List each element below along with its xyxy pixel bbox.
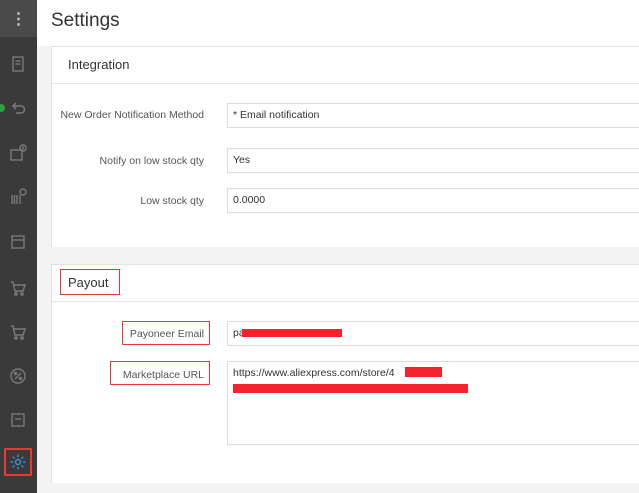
new-order-notification-label: New Order Notification Method bbox=[60, 109, 204, 121]
page-title: Settings bbox=[51, 10, 120, 31]
redaction-bar bbox=[405, 367, 442, 377]
integration-panel-header: Integration bbox=[52, 47, 639, 84]
menu-dots-icon: ⋮ bbox=[10, 10, 27, 28]
book-icon[interactable] bbox=[6, 52, 30, 76]
marketplace-url-value: https://www.aliexpress.com/store/4 bbox=[233, 367, 395, 379]
new-order-notification-select[interactable]: * Email notification bbox=[227, 103, 639, 128]
redaction-bar bbox=[233, 384, 468, 393]
barcode-download-icon[interactable] bbox=[6, 185, 30, 209]
menu-button[interactable]: ⋮ bbox=[0, 0, 37, 37]
sidebar: ⋮ bbox=[0, 0, 37, 493]
redaction-bar bbox=[242, 329, 342, 337]
payout-highlight-box bbox=[60, 269, 120, 295]
cart-icon[interactable] bbox=[6, 276, 30, 300]
download-icon[interactable] bbox=[6, 141, 30, 165]
payout-panel-header: Payout bbox=[52, 265, 639, 302]
status-dot bbox=[0, 104, 5, 112]
gear-icon[interactable] bbox=[4, 448, 32, 476]
page-header: Settings bbox=[37, 0, 639, 46]
archive-icon[interactable] bbox=[6, 230, 30, 254]
integration-title: Integration bbox=[68, 57, 130, 72]
box-icon[interactable] bbox=[6, 408, 30, 432]
integration-panel: Integration New Order Notification Metho… bbox=[51, 46, 639, 247]
low-stock-qty-label: Low stock qty bbox=[140, 195, 204, 207]
cart-outline-icon[interactable] bbox=[6, 320, 30, 344]
undo-icon[interactable] bbox=[6, 96, 30, 120]
low-stock-qty-input[interactable]: 0.0000 bbox=[227, 188, 639, 213]
percent-icon[interactable] bbox=[6, 364, 30, 388]
notify-low-stock-label: Notify on low stock qty bbox=[99, 155, 204, 167]
payoneer-email-highlight-box bbox=[122, 321, 210, 345]
notify-low-stock-select[interactable]: Yes bbox=[227, 148, 639, 173]
payout-panel: Payout Payoneer Email pa Marketplace URL… bbox=[51, 264, 639, 483]
marketplace-url-highlight-box bbox=[110, 361, 210, 385]
